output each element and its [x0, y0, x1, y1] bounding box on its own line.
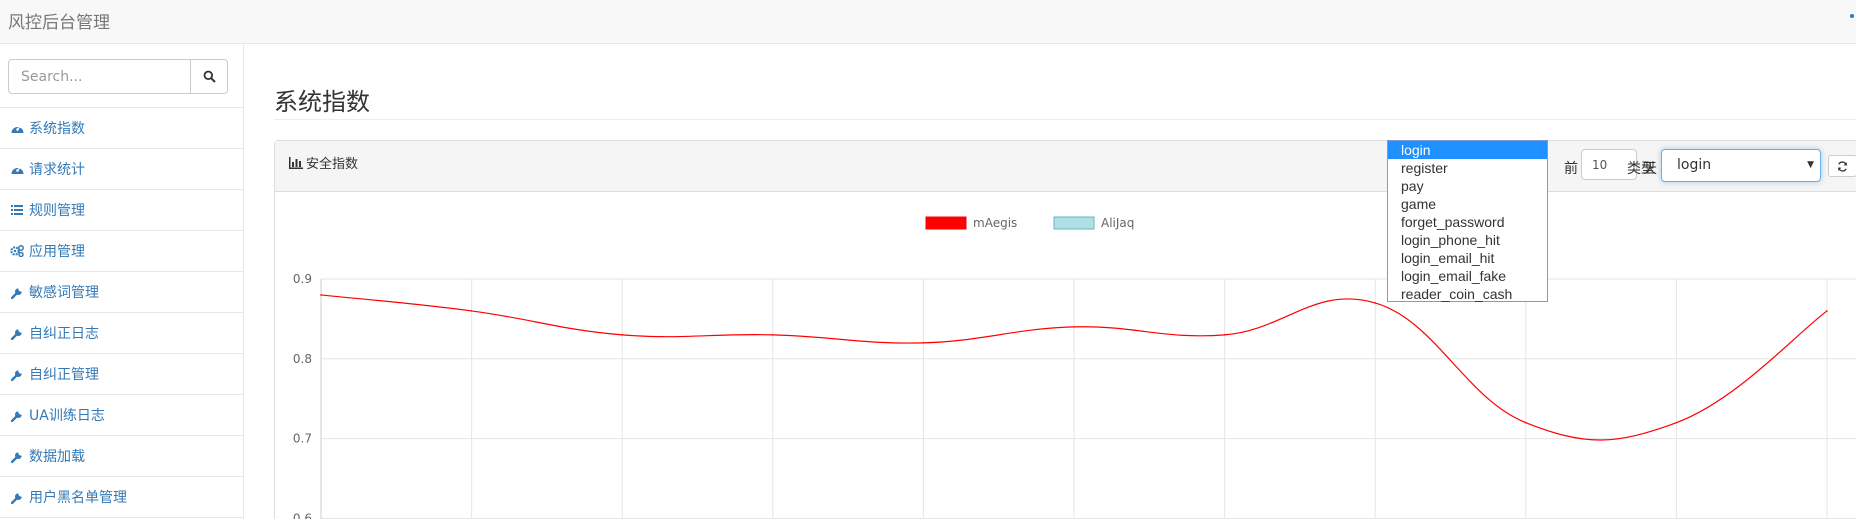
caret-down-icon: ▼ — [1807, 160, 1814, 170]
data-point — [320, 294, 322, 296]
sidebar-item-label: 用户黑名单管理 — [29, 490, 127, 506]
type-option[interactable]: register — [1388, 159, 1547, 177]
line-chart: 0.9 0.8 0.7 0.6 mAegis AliJaq — [293, 216, 1856, 519]
wrench-icon — [10, 408, 24, 422]
sidebar-item-label: 自纠正管理 — [29, 367, 99, 383]
brand-title[interactable]: 风控后台管理 — [8, 8, 110, 33]
refresh-button[interactable] — [1828, 155, 1856, 177]
data-point — [621, 334, 623, 336]
title-divider — [274, 119, 1856, 120]
gears-icon — [10, 244, 24, 258]
sidebar-item-label: 自纠正日志 — [29, 326, 99, 342]
sidebar-item-label: 应用管理 — [29, 244, 85, 260]
page-title: 系统指数 — [274, 88, 370, 116]
refresh-icon — [1838, 160, 1847, 172]
wrench-icon — [10, 367, 24, 381]
sidebar-item-label: 敏感词管理 — [29, 285, 99, 301]
type-option[interactable]: login_phone_hit — [1388, 231, 1547, 249]
type-option[interactable]: login_email_fake — [1388, 267, 1547, 285]
panel-title-text: 安全指数 — [306, 157, 359, 172]
security-index-panel: 安全指数 前 天 类型 login ▼ 0.9 0.8 0.7 0.6 mAegis Al… — [274, 140, 1856, 519]
type-option[interactable]: login_email_hit — [1388, 249, 1547, 267]
sidebar-item-8[interactable]: UA训练日志 — [0, 395, 243, 436]
search-input[interactable] — [8, 59, 191, 94]
type-dropdown-list: login register pay game forget_password login… — [1387, 140, 1548, 302]
sidebar-nav: 系统指数请求统计规则管理应用管理敏感词管理自纠正日志自纠正管理 UA训练日志 数据加… — [0, 108, 243, 518]
data-point — [772, 334, 774, 336]
wrench-icon — [10, 490, 24, 504]
data-point — [470, 310, 473, 312]
data-point — [922, 342, 925, 344]
sidebar-item-7[interactable]: 自纠正管理 — [0, 354, 243, 395]
wrench-icon — [10, 285, 24, 299]
legend-label: mAegis — [973, 216, 1017, 230]
search-icon — [203, 70, 216, 83]
days-prefix-label: 前 — [1564, 161, 1578, 177]
data-point — [1073, 326, 1075, 328]
type-option[interactable]: game — [1388, 195, 1547, 213]
y-tick-label: 0.6 — [293, 511, 312, 519]
sidebar: 系统指数请求统计规则管理应用管理敏感词管理自纠正日志自纠正管理 UA训练日志数据加… — [0, 44, 244, 519]
sidebar-item-9[interactable]: 数据加载 — [0, 436, 243, 477]
legend-label: AliJaq — [1101, 216, 1134, 230]
type-option[interactable]: forget_password — [1388, 213, 1547, 231]
data-point — [1525, 421, 1527, 424]
data-point — [1223, 334, 1226, 336]
legend-swatch — [1053, 216, 1095, 230]
type-option[interactable]: login — [1388, 141, 1547, 159]
y-tick-label: 0.7 — [293, 432, 312, 446]
dashboard-icon — [10, 121, 24, 135]
sidebar-item-5[interactable]: 敏感词管理 — [0, 272, 243, 313]
sidebar-item-1[interactable]: 系统指数 — [0, 108, 243, 149]
sidebar-item-label: 系统指数 — [29, 121, 85, 137]
sidebar-item-label: 请求统计 — [29, 162, 85, 178]
panel-title: 安全指数 — [289, 153, 358, 172]
type-option[interactable]: reader_coin_cash — [1388, 285, 1547, 303]
y-tick-label: 0.8 — [293, 352, 312, 366]
list-icon — [10, 203, 24, 217]
type-label-text: 类型 — [1627, 161, 1655, 177]
data-point — [1374, 302, 1376, 304]
sidebar-item-label: 数据加载 — [29, 449, 85, 465]
sidebar-item-10[interactable]: 用户黑名单管理 — [0, 477, 243, 518]
user-menu-icon[interactable] — [1850, 14, 1854, 18]
sidebar-item-label: UA训练日志 — [29, 408, 105, 424]
sidebar-item-6[interactable]: 自纠正日志 — [0, 313, 243, 354]
legend-swatch — [925, 216, 967, 230]
security-index-chart: 0.9 0.8 0.7 0.6 mAegis AliJaq — [275, 192, 1856, 519]
dashboard-icon — [10, 162, 24, 176]
search-button[interactable] — [190, 59, 228, 94]
main-content: 系统指数 安全指数 前 天 类型 login ▼ 0.9 0.8 0.7 0.6 mAe… — [244, 44, 1856, 519]
type-option[interactable]: pay — [1388, 177, 1547, 195]
data-point — [1826, 310, 1828, 312]
y-tick-label: 0.9 — [293, 272, 312, 286]
sidebar-item-4[interactable]: 应用管理 — [0, 231, 243, 272]
wrench-icon — [10, 326, 24, 340]
top-navbar: 风控后台管理 — [0, 0, 1856, 44]
panel-heading: 安全指数 前 天 类型 login ▼ — [275, 141, 1856, 192]
wrench-icon — [10, 449, 24, 463]
sidebar-search — [0, 44, 243, 108]
sidebar-item-3[interactable]: 规则管理 — [0, 190, 243, 231]
sidebar-item-label: 规则管理 — [29, 203, 85, 219]
data-point — [1675, 421, 1678, 424]
sidebar-item-2[interactable]: 请求统计 — [0, 149, 243, 190]
type-select-value: login — [1677, 157, 1712, 173]
type-select[interactable]: login ▼ — [1661, 149, 1821, 182]
bar-chart-icon — [289, 156, 303, 169]
